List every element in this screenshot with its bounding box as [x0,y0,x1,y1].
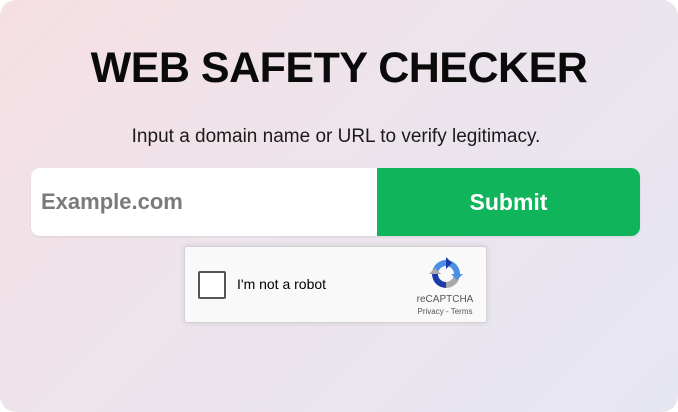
links-separator: - [443,307,451,316]
submit-button[interactable]: Submit [377,168,640,236]
page-subtitle: Input a domain name or URL to verify leg… [131,126,541,147]
recaptcha-links: Privacy - Terms [407,307,483,316]
safety-checker-card: WEB SAFETY CHECKER Input a domain name o… [0,0,678,412]
privacy-link[interactable]: Privacy [418,307,444,316]
recaptcha-widget: I'm not a robot reCAPTCHA Privacy - Term… [184,246,487,323]
recaptcha-brand: reCAPTCHA [416,294,474,305]
terms-link[interactable]: Terms [451,307,473,316]
captcha-label: I'm not a robot [237,276,327,292]
captcha-checkbox[interactable] [198,271,226,299]
domain-input[interactable] [31,168,377,236]
recaptcha-logo-icon [429,257,463,288]
page-title: WEB SAFETY CHECKER [90,44,588,92]
domain-check-form: Submit [31,168,640,236]
